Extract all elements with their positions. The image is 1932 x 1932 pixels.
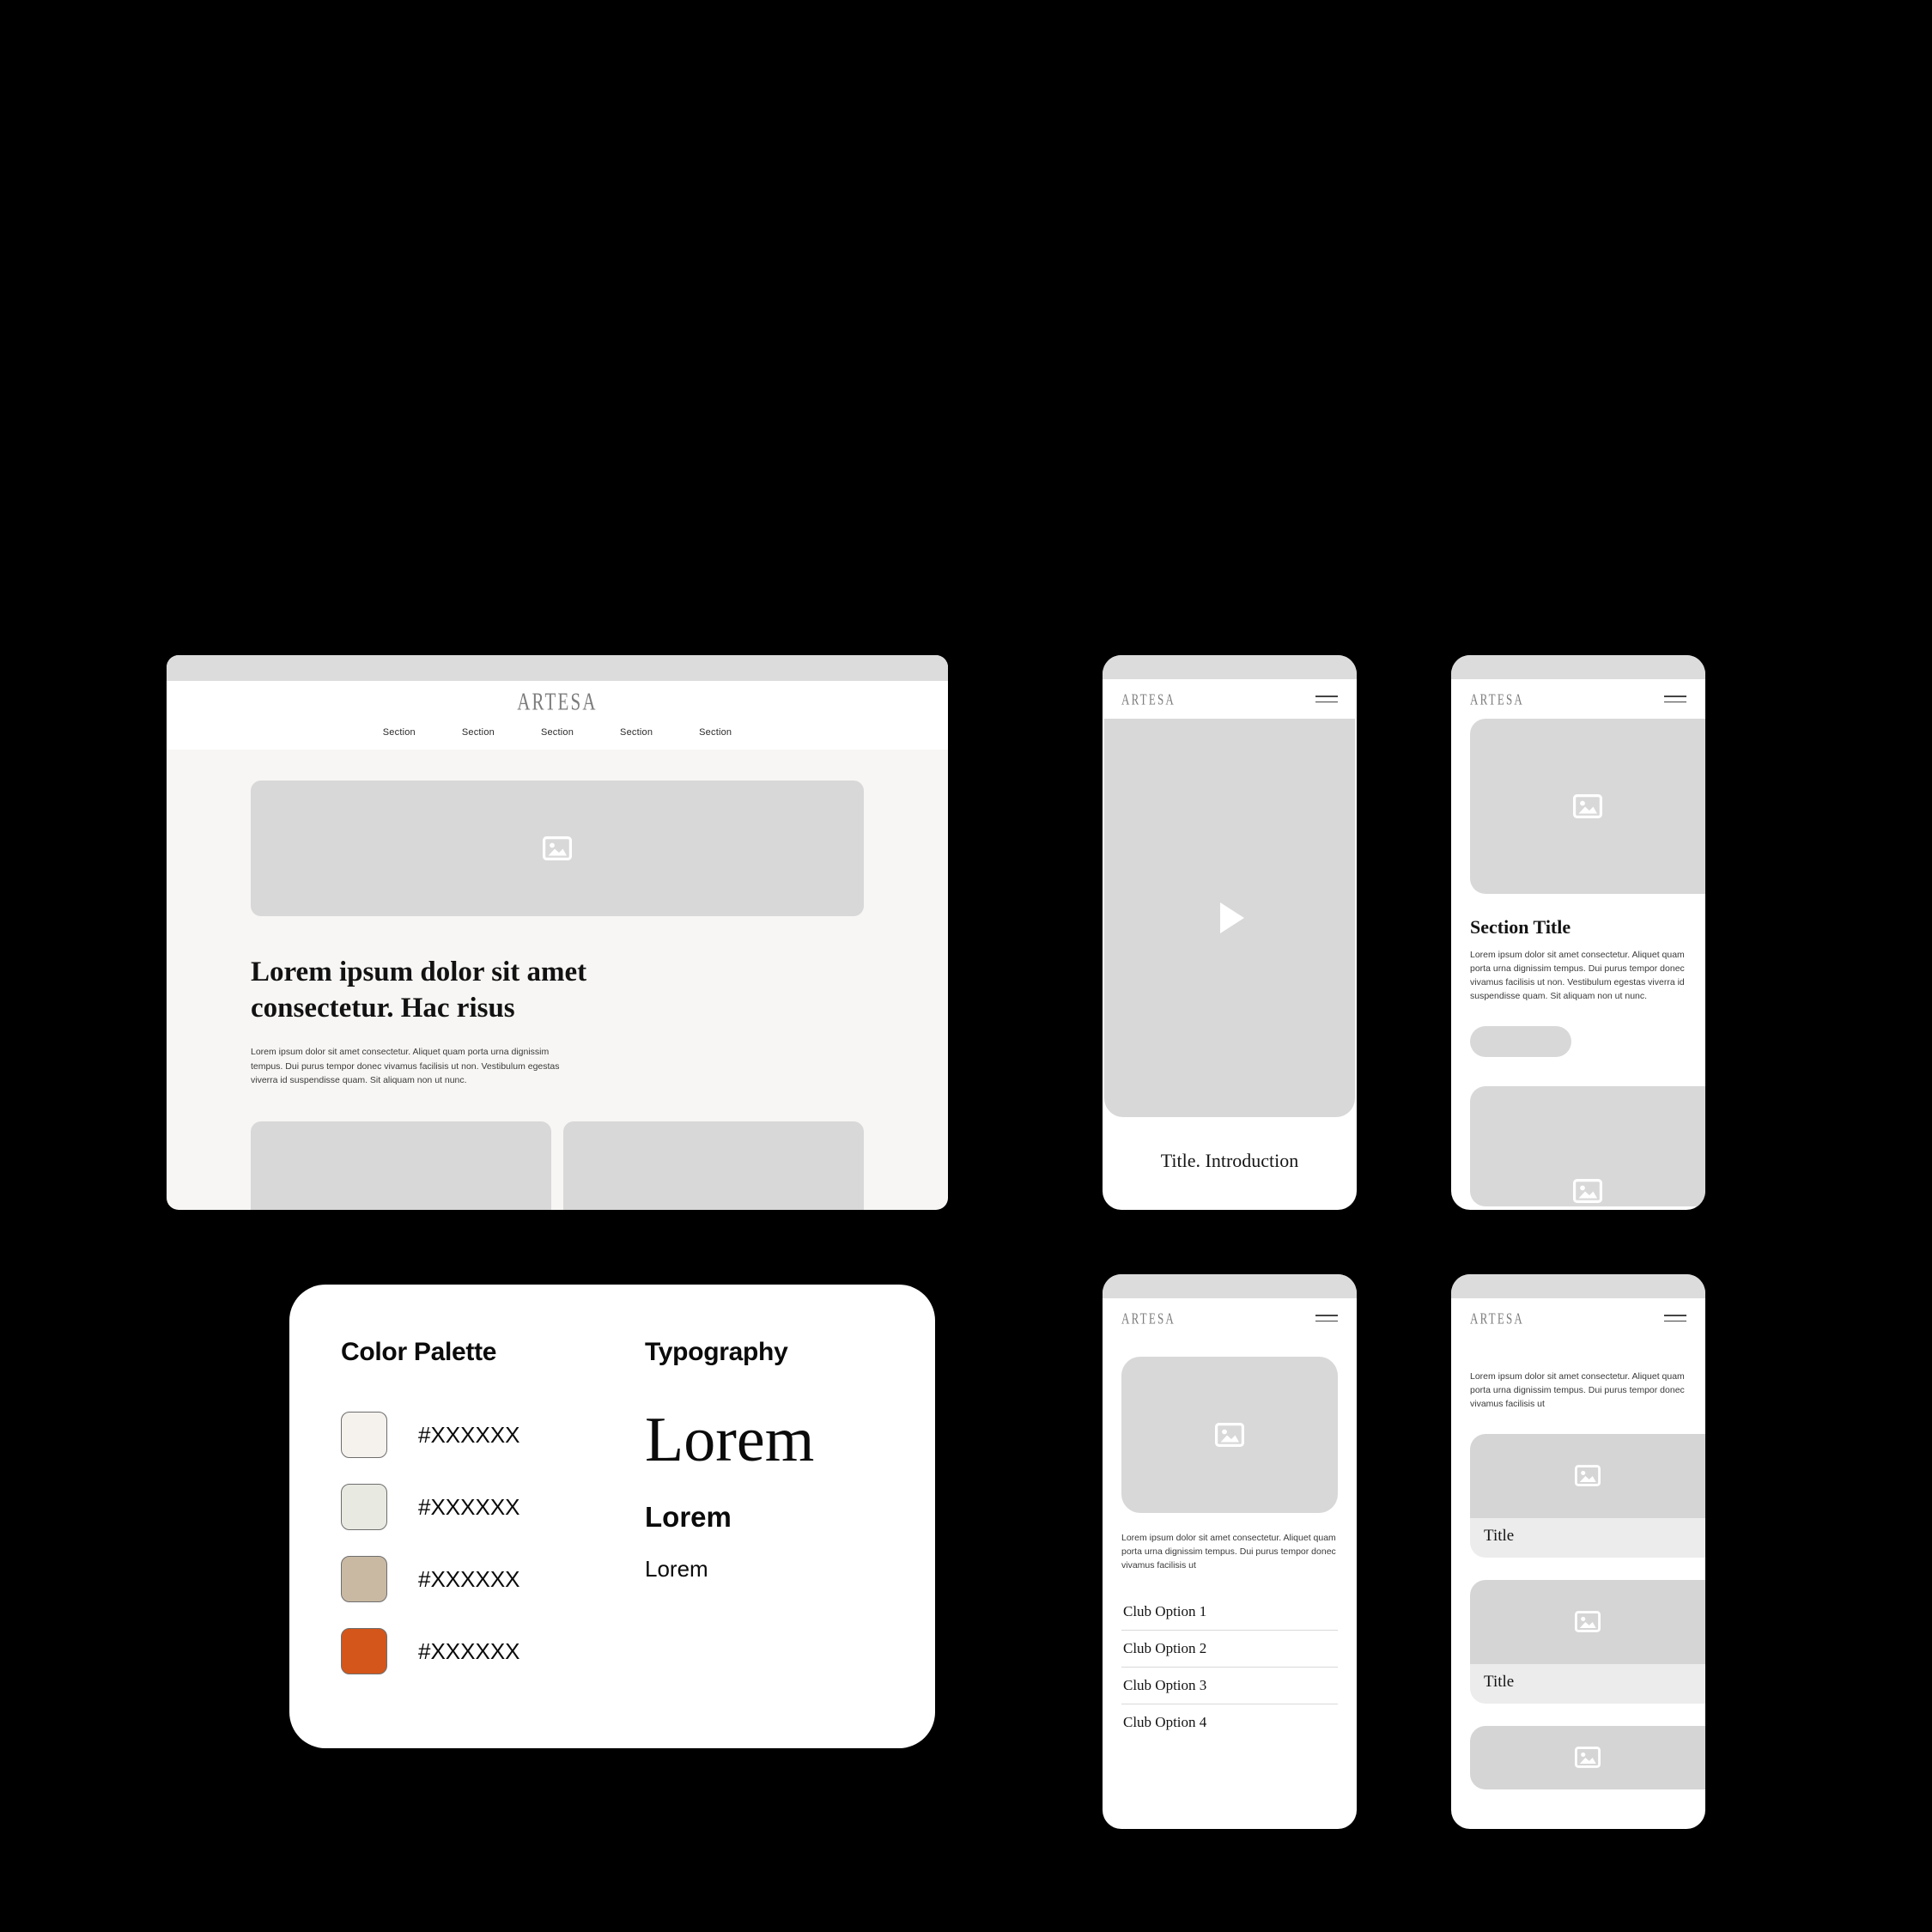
phone-status-bar — [1451, 655, 1705, 679]
color-palette-heading: Color Palette — [341, 1338, 497, 1366]
hero-body-text: Lorem ipsum dolor sit amet consectetur. … — [251, 1047, 560, 1085]
desktop-card-row — [251, 1121, 864, 1210]
brand-logo[interactable]: ARTESA — [1121, 691, 1176, 707]
play-icon[interactable] — [1220, 902, 1244, 933]
brand-logo[interactable]: ARTESA — [1470, 691, 1524, 707]
phone-header: ARTESA — [1103, 679, 1357, 719]
content-card[interactable]: Title — [1470, 1433, 1705, 1558]
phone-header: ARTESA — [1103, 1298, 1357, 1338]
section-title: Section Title — [1470, 916, 1571, 938]
content-card[interactable] — [1470, 1725, 1705, 1789]
desktop-content: Lorem ipsum dolor sit amet consectetur. … — [167, 781, 948, 1210]
hamburger-menu-icon[interactable] — [1315, 696, 1338, 702]
color-swatch[interactable] — [341, 1484, 387, 1530]
phone-header: ARTESA — [1451, 1298, 1705, 1338]
section-image-placeholder — [1470, 719, 1705, 894]
card-image-placeholder — [1470, 1725, 1705, 1789]
typography-heading: Typography — [645, 1338, 788, 1366]
card-image-placeholder — [1470, 1579, 1705, 1664]
hamburger-menu-icon[interactable] — [1664, 696, 1686, 702]
club-option-item[interactable]: Club Option 3 — [1121, 1668, 1338, 1704]
color-hex-label: #XXXXXX — [418, 1565, 520, 1592]
type-sample-display: Lorem — [645, 1405, 815, 1475]
swatch-list: #XXXXXX #XXXXXX #XXXXXX #XXXXXX — [341, 1412, 640, 1674]
color-hex-label: #XXXXXX — [418, 1637, 520, 1664]
type-sample-bold: Lorem — [645, 1501, 732, 1533]
swatch-row[interactable]: #XXXXXX — [341, 1556, 640, 1602]
club-image-placeholder — [1121, 1357, 1338, 1513]
phone-mockup-club: ARTESA Lorem ipsum dolor sit amet consec… — [1103, 1274, 1357, 1829]
section-body-text: Lorem ipsum dolor sit amet consectetur. … — [1470, 950, 1685, 1001]
color-swatch[interactable] — [341, 1628, 387, 1674]
swatch-row[interactable]: #XXXXXX — [341, 1412, 640, 1458]
nav-item-section-2[interactable]: Section — [462, 727, 495, 738]
image-placeholder-icon — [1573, 794, 1602, 818]
phone-mockup-cards: ARTESA Lorem ipsum dolor sit amet consec… — [1451, 1274, 1705, 1829]
card-title: Title — [1470, 1517, 1705, 1558]
color-swatch[interactable] — [341, 1412, 387, 1458]
image-placeholder-icon — [1575, 1611, 1601, 1633]
video-player-placeholder[interactable] — [1104, 719, 1355, 1117]
color-swatch[interactable] — [341, 1556, 387, 1602]
card-title: Title — [1470, 1663, 1705, 1704]
image-placeholder-icon — [1215, 1423, 1244, 1447]
phone-mockup-section: ARTESA Section Title Lorem ipsum dolor s… — [1451, 655, 1705, 1210]
cards-intro-text: Lorem ipsum dolor sit amet consectetur. … — [1470, 1371, 1685, 1409]
style-guide-card: Color Palette #XXXXXX #XXXXXX #XXXXXX #X… — [289, 1285, 935, 1748]
mockup-board: ARTESA Section Section Section Section S… — [0, 0, 1932, 1932]
image-placeholder-icon — [543, 836, 572, 860]
phone-status-bar — [1451, 1274, 1705, 1298]
brand-logo[interactable]: ARTESA — [517, 690, 598, 714]
browser-chrome-bar — [167, 655, 948, 681]
club-option-item[interactable]: Club Option 4 — [1121, 1704, 1338, 1741]
hamburger-menu-icon[interactable] — [1315, 1315, 1338, 1321]
nav-item-section-5[interactable]: Section — [699, 727, 732, 738]
nav-item-section-4[interactable]: Section — [620, 727, 653, 738]
desktop-mockup-frame: ARTESA Section Section Section Section S… — [167, 655, 948, 1210]
image-placeholder-icon — [1573, 1178, 1602, 1203]
content-card[interactable]: Title — [1470, 1579, 1705, 1704]
club-option-item[interactable]: Club Option 2 — [1121, 1631, 1338, 1668]
color-palette-column: Color Palette #XXXXXX #XXXXXX #XXXXXX #X… — [341, 1338, 640, 1695]
nav-item-section-1[interactable]: Section — [383, 727, 416, 738]
brand-logo[interactable]: ARTESA — [1121, 1310, 1176, 1326]
image-placeholder-icon — [1575, 1465, 1601, 1487]
brand-logo[interactable]: ARTESA — [1470, 1310, 1524, 1326]
section-cta-button[interactable] — [1470, 1025, 1571, 1057]
club-option-item[interactable]: Club Option 1 — [1121, 1594, 1338, 1631]
typography-column: Typography Lorem Lorem Lorem — [640, 1338, 884, 1695]
image-placeholder-icon — [1575, 1747, 1601, 1769]
desktop-card-right[interactable] — [563, 1121, 864, 1210]
desktop-nav: Section Section Section Section Section — [167, 727, 948, 738]
phone-mockup-video: ARTESA Title. Introduction — [1103, 655, 1357, 1210]
swatch-row[interactable]: #XXXXXX — [341, 1484, 640, 1530]
section-image-placeholder-secondary — [1470, 1085, 1705, 1206]
swatch-row[interactable]: #XXXXXX — [341, 1628, 640, 1674]
color-hex-label: #XXXXXX — [418, 1421, 520, 1448]
nav-item-section-3[interactable]: Section — [541, 727, 574, 738]
video-title: Title. Introduction — [1160, 1150, 1299, 1171]
club-option-list: Club Option 1 Club Option 2 Club Option … — [1103, 1594, 1357, 1741]
club-body-text: Lorem ipsum dolor sit amet consectetur. … — [1121, 1533, 1336, 1571]
type-sample-regular: Lorem — [645, 1556, 708, 1582]
desktop-site-header: ARTESA Section Section Section Section S… — [167, 681, 948, 750]
phone-status-bar — [1103, 655, 1357, 679]
hamburger-menu-icon[interactable] — [1664, 1315, 1686, 1321]
color-hex-label: #XXXXXX — [418, 1493, 520, 1520]
phone-status-bar — [1103, 1274, 1357, 1298]
hero-image-placeholder — [251, 781, 864, 916]
phone-header: ARTESA — [1451, 679, 1705, 719]
desktop-card-left[interactable] — [251, 1121, 551, 1210]
card-image-placeholder — [1470, 1433, 1705, 1518]
hero-heading: Lorem ipsum dolor sit amet consectetur. … — [251, 957, 587, 1024]
